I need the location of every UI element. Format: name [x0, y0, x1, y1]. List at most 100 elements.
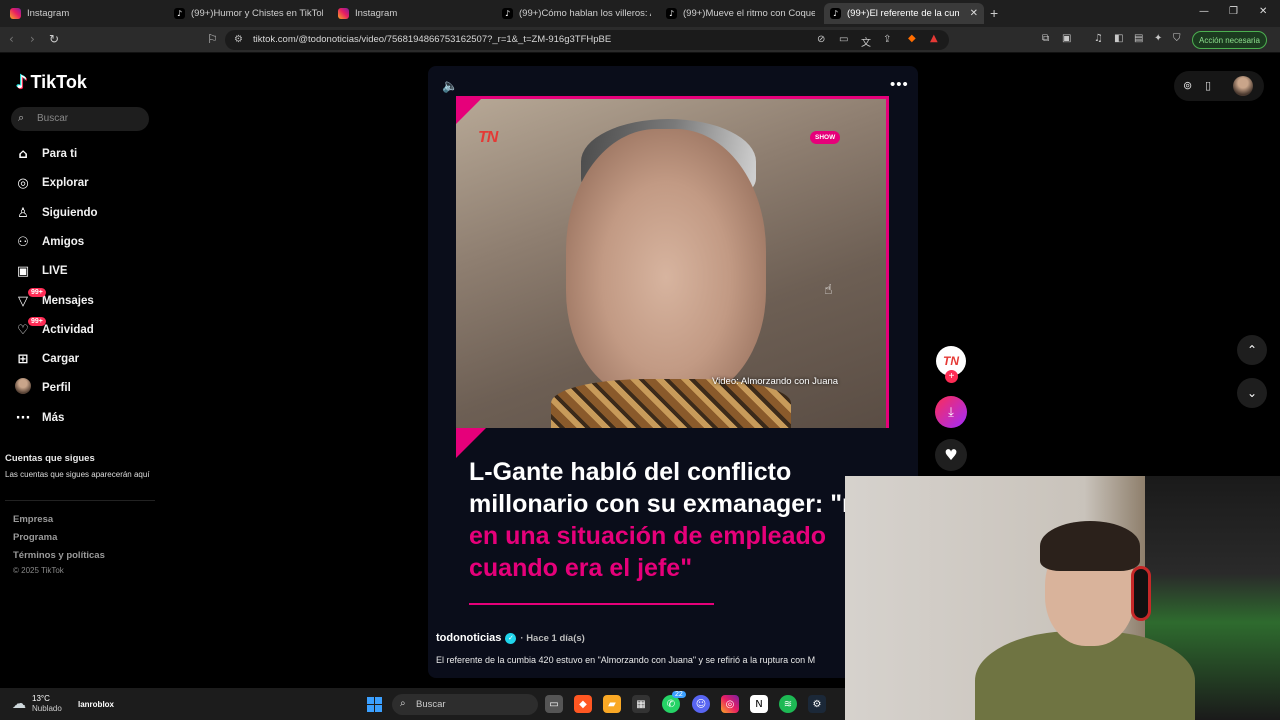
taskbar-search[interactable]: ⌕ Buscar: [392, 694, 538, 715]
whatsapp-badge: 22: [672, 691, 686, 698]
volume-icon[interactable]: 🔈: [442, 79, 458, 94]
tab-title: (99+)El referente de la cumb: [847, 8, 959, 19]
headline-corner: [456, 428, 486, 458]
sidebar-item-para-ti[interactable]: ⌂ Para ti: [14, 143, 77, 165]
post-time: · Hace 1 día(s): [520, 632, 585, 644]
windows-start-icon[interactable]: [367, 697, 382, 712]
close-window-icon[interactable]: ✕: [1259, 6, 1267, 17]
cloud-icon: ☁: [12, 696, 26, 712]
sidebar-item-label: Más: [42, 412, 65, 424]
media-icon[interactable]: ♫: [1094, 33, 1103, 44]
browser-tab[interactable]: ♪ (99+)Mueve el ritmo con Coqueta y: [660, 3, 815, 24]
tab-title: (99+)Humor y Chistes en TikTok | Tik: [191, 8, 323, 19]
reload-icon[interactable]: ↻: [49, 32, 59, 46]
more-options-icon[interactable]: •••: [890, 76, 909, 93]
spotify-icon[interactable]: ≋: [779, 695, 797, 713]
task-view-icon[interactable]: ▭: [545, 695, 563, 713]
sidebar-item-mensajes[interactable]: ▽ 99+ Mensajes: [14, 287, 94, 312]
creator-avatar-text: TN: [943, 354, 959, 368]
browser-tab[interactable]: Instagram: [4, 3, 164, 24]
sidebar-item-perfil[interactable]: Perfil: [14, 377, 71, 399]
instagram-icon: [338, 8, 349, 19]
file-explorer-icon[interactable]: ▰: [603, 695, 621, 713]
instagram-icon: [10, 8, 21, 19]
store-icon[interactable]: ▦: [632, 695, 650, 713]
sidebar-item-cargar[interactable]: ⊞ Cargar: [14, 348, 80, 370]
video-author[interactable]: todonoticias ✓ · Hace 1 día(s): [436, 632, 585, 644]
bookmark-icon[interactable]: ⚐: [207, 32, 218, 46]
sidebar-item-actividad[interactable]: ♡ 99+ Actividad: [14, 316, 94, 341]
sidebar-item-amigos[interactable]: ⚇ Amigos: [14, 231, 84, 253]
coin-icon[interactable]: ⊚: [1183, 79, 1192, 92]
footer-link-terminos[interactable]: Términos y políticas: [13, 550, 105, 561]
url-text: tiktok.com/@todonoticias/video/756819486…: [253, 34, 612, 45]
sidebar-divider: [5, 500, 155, 501]
tab-search-icon[interactable]: ▣: [1062, 33, 1071, 44]
tab-title: (99+)Mueve el ritmo con Coqueta y: [683, 8, 815, 19]
action-required-button[interactable]: Acción necesaria: [1192, 31, 1267, 49]
new-tab-button[interactable]: +: [990, 5, 998, 21]
minimize-icon[interactable]: —: [1199, 6, 1209, 17]
tiktok-note-icon: ♪: [16, 72, 28, 93]
forward-icon[interactable]: ›: [30, 32, 35, 46]
sidebar-item-mas[interactable]: ··· Más: [14, 407, 65, 429]
restore-icon[interactable]: ❐: [1229, 6, 1238, 17]
steam-icon[interactable]: ⚙: [808, 695, 826, 713]
rewards-icon[interactable]: ▲: [930, 33, 938, 44]
translate-icon[interactable]: 文: [861, 34, 871, 49]
wallet-icon[interactable]: ▤: [1134, 33, 1143, 44]
more-icon: ···: [15, 410, 31, 426]
footer-link-empresa[interactable]: Empresa: [13, 514, 53, 525]
search-input[interactable]: ⌕ Buscar: [11, 107, 149, 131]
browser-tab-bar: Instagram ♪ (99+)Humor y Chistes en TikT…: [0, 0, 1280, 27]
next-video-button[interactable]: ⌄: [1237, 378, 1267, 408]
address-bar[interactable]: ⚙ tiktok.com/@todonoticias/video/7568194…: [225, 30, 949, 50]
vpn-icon[interactable]: ⛉: [1173, 33, 1181, 44]
sidebar-item-live[interactable]: ▣ LIVE: [14, 260, 68, 282]
taskbar-search-placeholder: Buscar: [416, 699, 446, 710]
user-avatar[interactable]: [1233, 76, 1253, 96]
sidebar-item-explorar[interactable]: ◎ Explorar: [14, 172, 88, 194]
notification-badge: 99+: [28, 287, 46, 297]
discord-icon[interactable]: ☺: [692, 695, 710, 713]
brave-shield-icon[interactable]: ◆: [908, 33, 916, 44]
author-name[interactable]: todonoticias: [436, 632, 501, 644]
tab-title: Instagram: [355, 8, 398, 19]
back-icon[interactable]: ‹: [9, 32, 14, 46]
streamer-hair: [1040, 521, 1140, 571]
sidebar-item-siguiendo[interactable]: ♙ Siguiendo: [14, 202, 97, 224]
previous-video-button[interactable]: ⌃: [1237, 335, 1267, 365]
footer-link-programa[interactable]: Programa: [13, 532, 57, 543]
site-info-icon[interactable]: ⚙: [234, 34, 243, 45]
tiktok-icon: ♪: [174, 8, 185, 19]
screen-icon[interactable]: ▭: [839, 34, 848, 45]
leo-icon[interactable]: ✦: [1154, 33, 1162, 44]
browser-tab-active[interactable]: ♪ (99+)El referente de la cumb ✕: [824, 3, 984, 24]
browser-tab[interactable]: ♪ (99+)Humor y Chistes en TikTok | Tik: [168, 3, 323, 24]
compass-icon: ◎: [17, 175, 29, 191]
search-icon: ⌕: [400, 698, 406, 709]
share-icon[interactable]: ⇪: [883, 34, 891, 45]
close-tab-icon[interactable]: ✕: [970, 8, 978, 19]
download-icon[interactable]: ⤓: [935, 396, 967, 428]
device-icon[interactable]: ▯: [1205, 79, 1211, 92]
follow-button[interactable]: +: [945, 370, 958, 383]
sidebar-item-label: Actividad: [42, 324, 94, 336]
brave-icon[interactable]: ◆: [574, 695, 592, 713]
following-heading: Cuentas que sigues: [5, 453, 95, 464]
media-off-icon[interactable]: ⊘: [817, 34, 825, 45]
browser-tab[interactable]: Instagram: [332, 3, 492, 24]
weather-widget[interactable]: ☁ 13°C Nublado: [12, 694, 62, 714]
notion-icon[interactable]: N: [750, 695, 768, 713]
messages-icon: ▽ 99+: [14, 287, 46, 309]
sidebar-item-label: Amigos: [42, 236, 85, 248]
instagram-icon[interactable]: ◎: [721, 695, 739, 713]
like-heart-icon[interactable]: ♥: [935, 439, 967, 471]
extensions-icon[interactable]: ⧉: [1042, 33, 1049, 44]
browser-tab[interactable]: ♪ (99+)Cómo hablan los villeros: Actin: [496, 3, 651, 24]
sidebar-icon[interactable]: ◧: [1114, 33, 1123, 44]
tiktok-logo[interactable]: ♪ TikTok: [16, 72, 87, 93]
windows-taskbar: ☁ 13°C Nublado lanroblox ⌕ Buscar ▭ ◆ ▰ …: [0, 688, 845, 720]
chevron-up-icon: ⌃: [1246, 343, 1258, 357]
profile-avatar: [14, 378, 32, 398]
